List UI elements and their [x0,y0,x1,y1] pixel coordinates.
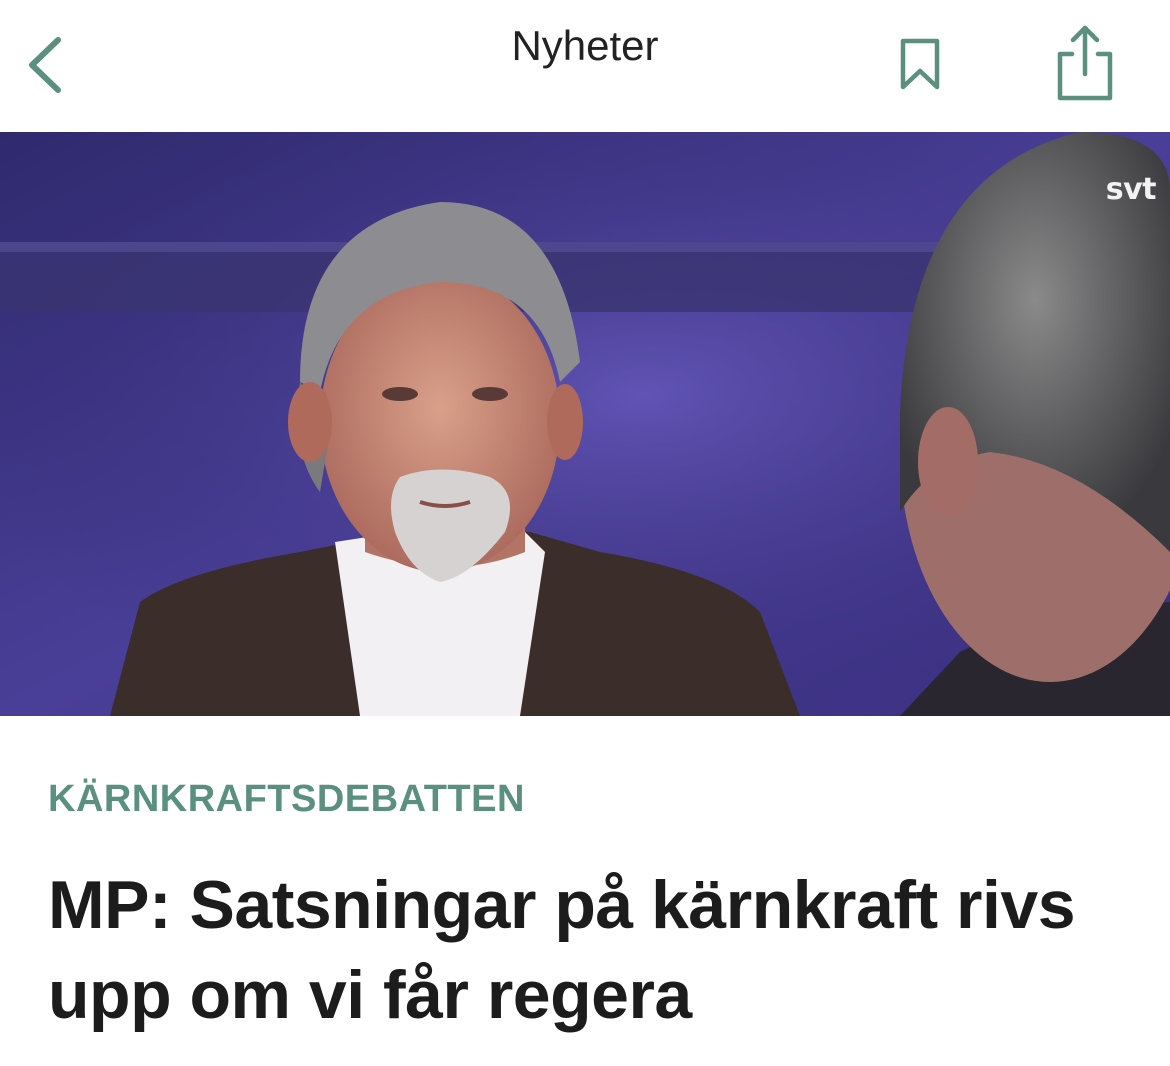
bookmark-icon [900,38,940,90]
share-icon [1057,25,1113,101]
navigation-bar: Nyheter [0,0,1170,132]
article-headline[interactable]: MP: Satsningar på kärnkraft rivs upp om … [48,860,1138,1040]
page-title: Nyheter [511,22,659,69]
bookmark-button[interactable] [895,35,945,95]
share-button[interactable] [1050,22,1120,104]
svt-watermark: svt [1105,172,1157,207]
article-kicker[interactable]: KÄRNKRAFTSDEBATTEN [48,778,525,821]
hero-image: svt [0,132,1170,716]
interview-photo [0,132,1170,716]
